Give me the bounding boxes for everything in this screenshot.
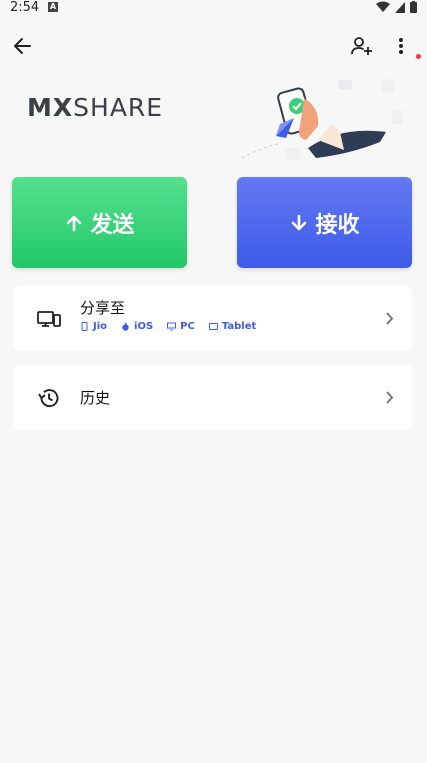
platform-ios: iOS — [121, 321, 153, 332]
mxshare-logo: MXSHARE — [27, 92, 163, 122]
send-label: 发送 — [90, 212, 135, 238]
logo-share: SHARE — [73, 92, 164, 122]
more-vert-icon — [399, 38, 403, 54]
battery-icon — [410, 1, 417, 13]
phone-icon — [81, 322, 88, 331]
signal-icon — [395, 1, 405, 13]
person-plus-icon — [351, 37, 372, 55]
status-time: 2:54 — [10, 0, 40, 15]
app-bar — [0, 28, 427, 64]
notification-dot — [416, 54, 421, 59]
more-button[interactable] — [392, 34, 410, 58]
arrow-down-icon — [292, 214, 307, 230]
platform-tablet: Tablet — [208, 321, 257, 332]
receive-label: 接收 — [315, 212, 360, 238]
history-title: 历史 — [80, 389, 111, 407]
tablet-icon — [208, 323, 218, 330]
platform-label: iOS — [134, 321, 154, 332]
devices-icon — [37, 311, 61, 327]
back-button[interactable] — [10, 34, 36, 58]
arrow-left-icon — [14, 38, 31, 54]
chevron-right-icon — [386, 312, 394, 325]
status-bar: 2:54 A — [0, 0, 427, 16]
receive-button[interactable]: 接收 — [237, 177, 412, 268]
platform-pc: PC — [167, 321, 195, 332]
monitor-icon — [167, 322, 177, 331]
hero-illustration — [241, 79, 403, 160]
share-to-title: 分享至 — [80, 299, 126, 317]
chevron-right-icon — [386, 391, 394, 404]
a-badge-icon: A — [48, 2, 58, 12]
add-user-button[interactable] — [350, 34, 374, 58]
platform-label: PC — [180, 321, 195, 332]
logo-text: MXSHARE — [27, 93, 163, 122]
send-button[interactable]: 发送 — [12, 177, 187, 268]
logo-mx: MX — [27, 92, 74, 122]
history-icon — [38, 389, 59, 407]
apple-icon — [122, 322, 129, 331]
platform-label: Jio — [93, 321, 108, 332]
platform-list: Jio iOS PC Tablet — [80, 321, 256, 332]
history-card[interactable]: 历史 — [13, 365, 412, 430]
platform-jio: Jio — [80, 321, 107, 332]
wifi-icon — [376, 1, 390, 12]
share-to-card[interactable]: 分享至 Jio iOS PC Tablet — [13, 286, 412, 351]
platform-label: Tablet — [221, 321, 257, 332]
arrow-up-icon — [67, 215, 82, 231]
status-icons — [376, 1, 417, 13]
